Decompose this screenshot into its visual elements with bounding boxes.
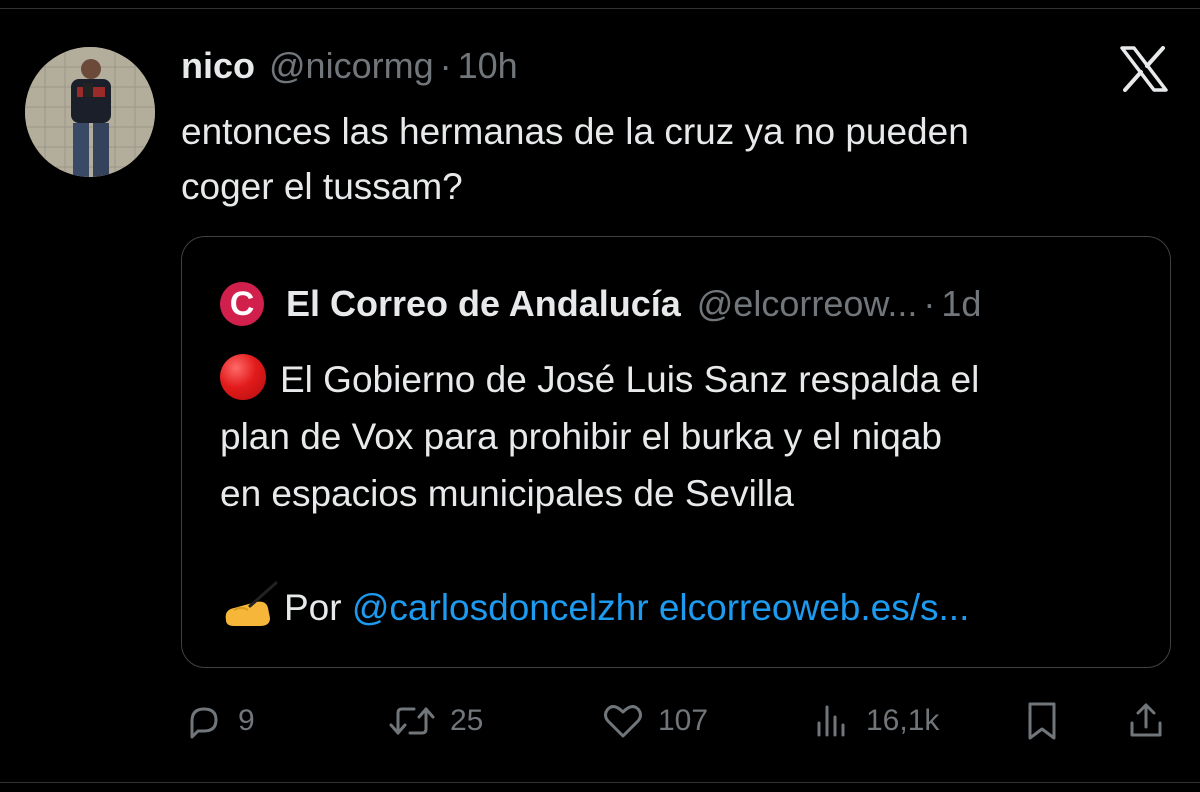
quoted-author-logo[interactable]: C bbox=[220, 282, 264, 326]
article-link[interactable]: elcorreoweb.es/s... bbox=[659, 587, 970, 628]
divider-top bbox=[0, 8, 1200, 9]
quoted-line-1: El Gobierno de José Luis Sanz respalda e… bbox=[220, 351, 1140, 408]
tweet-text: entonces las hermanas de la cruz ya no p… bbox=[181, 111, 969, 207]
share-icon bbox=[1130, 703, 1162, 737]
quoted-tweet[interactable]: C El Correo de Andalucía @elcorreow... ·… bbox=[181, 236, 1171, 668]
like-button[interactable]: 107 bbox=[602, 693, 708, 749]
tweet-header: nico @nicormg · 10h bbox=[181, 44, 518, 88]
share-button[interactable] bbox=[1126, 693, 1166, 749]
quoted-line-5: Por @carlosdoncelzhr elcorreoweb.es/s... bbox=[220, 579, 1140, 636]
bookmark-icon bbox=[1028, 702, 1056, 740]
author-name[interactable]: nico bbox=[181, 45, 255, 87]
quoted-time[interactable]: 1d bbox=[941, 283, 981, 325]
views-button[interactable]: 16,1k bbox=[812, 693, 939, 749]
separator-dot: · bbox=[439, 45, 452, 86]
reply-icon bbox=[190, 707, 218, 739]
quoted-blank-line bbox=[220, 522, 1140, 579]
quoted-author-handle[interactable]: @elcorreow... bbox=[697, 283, 918, 325]
quoted-line-2: plan de Vox para prohibir el burka y el … bbox=[220, 416, 942, 457]
author-handle[interactable]: @nicormg bbox=[269, 45, 434, 87]
x-logo-icon bbox=[1120, 46, 1168, 92]
action-bar: 9 25 107 16,1k bbox=[184, 693, 1174, 749]
quoted-separator-dot: · bbox=[923, 283, 936, 324]
quoted-tweet-header: C El Correo de Andalucía @elcorreow... ·… bbox=[220, 281, 981, 327]
retweet-count: 25 bbox=[450, 704, 484, 737]
tweet-card: nico @nicormg · 10h entonces las hermana… bbox=[0, 0, 1200, 792]
reply-button[interactable]: 9 bbox=[184, 693, 255, 749]
quoted-author-name[interactable]: El Correo de Andalucía bbox=[286, 283, 681, 325]
retweet-icon bbox=[389, 707, 435, 735]
divider-bottom bbox=[0, 782, 1200, 783]
quoted-line-3: en espacios municipales de Sevilla bbox=[220, 473, 794, 514]
like-count: 107 bbox=[658, 704, 709, 737]
view-count: 16,1k bbox=[866, 704, 940, 737]
avatar[interactable] bbox=[25, 47, 155, 177]
quoted-tweet-text: El Gobierno de José Luis Sanz respalda e… bbox=[220, 351, 1140, 636]
like-icon bbox=[604, 705, 642, 738]
by-label: Por bbox=[284, 587, 342, 628]
quoted-line-1-text: El Gobierno de José Luis Sanz respalda e… bbox=[280, 359, 980, 400]
retweet-button[interactable]: 25 bbox=[388, 693, 483, 749]
reply-count: 9 bbox=[238, 704, 255, 737]
red-circle-emoji-icon bbox=[220, 354, 266, 400]
writing-hand-emoji-icon bbox=[225, 581, 278, 626]
author-mention-link[interactable]: @carlosdoncelzhr bbox=[352, 587, 649, 628]
tweet-time[interactable]: 10h bbox=[458, 45, 518, 87]
views-icon bbox=[817, 705, 845, 737]
bookmark-button[interactable] bbox=[1022, 693, 1062, 749]
